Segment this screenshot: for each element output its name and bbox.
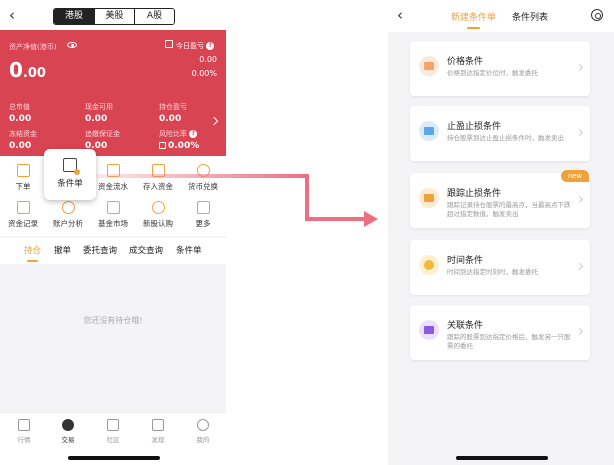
- risk-ratio-label: 风险比率 ?: [159, 129, 198, 139]
- community-icon: [107, 419, 119, 431]
- arrow-line: [305, 174, 309, 221]
- stat-value: 0.00: [9, 114, 32, 124]
- grid-item-ipo[interactable]: 新股认购: [135, 201, 181, 229]
- fund-market-icon: [106, 201, 120, 214]
- nav-discover[interactable]: 发现: [143, 419, 173, 444]
- stop-profit-loss-icon: [419, 121, 439, 141]
- position-tabs: 持仓 撤单 委托查询 成交查询 条件单: [0, 238, 226, 264]
- chevron-right-icon: [575, 262, 584, 271]
- discover-icon: [152, 419, 164, 431]
- chevron-right-icon: [575, 128, 584, 137]
- today-pl-pct: 0.00%: [191, 69, 217, 78]
- tab-condition-list[interactable]: 条件列表: [512, 10, 548, 23]
- condition-linked[interactable]: 关联条件 跟踪的股票到达指定价格后，触发另一只股票的委托: [410, 305, 590, 360]
- arrow-line: [96, 174, 307, 178]
- stat-value: 0.00: [85, 114, 108, 124]
- grid-item-fund-market[interactable]: 基金市场: [90, 201, 136, 229]
- risk-icon: [159, 142, 166, 149]
- empty-state: 您还没有持仓哦!: [0, 264, 226, 412]
- grid-item-fund-flow[interactable]: 资金流水: [90, 164, 136, 192]
- grid-item-order[interactable]: 下单: [0, 164, 46, 192]
- back-icon[interactable]: ‹: [397, 6, 403, 24]
- chevron-right-icon: [575, 327, 584, 336]
- net-asset-label: 资产净值(港币): [9, 43, 57, 51]
- help-icon[interactable]: ?: [189, 130, 198, 138]
- clock-icon: [419, 255, 439, 275]
- conditional-order-icon: [63, 158, 80, 175]
- stat-value: 0.00: [9, 141, 32, 151]
- back-icon[interactable]: ‹: [9, 6, 15, 24]
- chevron-right-icon: [575, 63, 584, 72]
- new-badge: new: [561, 170, 589, 182]
- stat-label: 追缴保证金: [85, 130, 120, 138]
- tab-order-query[interactable]: 委托查询: [83, 240, 117, 262]
- risk-ratio-value: 0.00%: [159, 141, 199, 151]
- function-grid: 下单 资金流水 存入资金 货币兑换 资金记录 账户分析 基金市场 新股认购 更多: [0, 156, 226, 236]
- nav-me[interactable]: 我的: [188, 419, 218, 444]
- ipo-icon: [151, 201, 165, 214]
- market-segment: 港股 美股 A股: [53, 8, 175, 25]
- condition-price[interactable]: 价格条件 价格到达指定价位时，触发委托: [410, 41, 590, 96]
- link-icon: [419, 320, 439, 340]
- chevron-right-icon: [575, 195, 584, 204]
- tab-trade-query[interactable]: 成交查询: [129, 240, 163, 262]
- account-card: 资产净值(港币) 0.00 今日盈亏 ? 0.00 0.00% 总市值 0.00…: [0, 30, 226, 156]
- condition-stop-profit-loss[interactable]: 止盈止损条件 持仓股票到达止盈止损条件时，触发卖出: [410, 106, 590, 161]
- tab-conditional[interactable]: 条件单: [176, 240, 202, 262]
- top-bar: ‹ 新建条件单 条件列表: [388, 0, 614, 32]
- home-indicator: [68, 456, 160, 460]
- fund-record-icon: [16, 201, 30, 214]
- empty-text: 您还没有持仓哦!: [83, 316, 143, 325]
- conditional-order-button[interactable]: 条件单: [44, 149, 96, 200]
- home-indicator: [456, 456, 548, 460]
- grid-item-analysis[interactable]: 账户分析: [45, 201, 91, 229]
- tab-hk[interactable]: 港股: [54, 9, 94, 24]
- condition-time[interactable]: 时间条件 时间到达指定时刻时，触发委托: [410, 240, 590, 295]
- stat-label: 冻结资金: [9, 130, 37, 138]
- tab-us[interactable]: 美股: [94, 9, 134, 24]
- chevron-right-icon[interactable]: [209, 116, 219, 126]
- condition-trailing-stop[interactable]: 跟踪止损条件 跟踪记录持仓股票的最高点，当最高点下跌超过指定数值，触发卖出 ne…: [410, 170, 590, 228]
- edit-icon: [165, 40, 173, 48]
- tab-a[interactable]: A股: [134, 9, 174, 24]
- today-pl-label[interactable]: 今日盈亏 ?: [176, 41, 215, 51]
- grid-item-more[interactable]: 更多: [180, 201, 226, 229]
- nav-trade[interactable]: 交易: [53, 419, 83, 444]
- stat-label: 持仓盈亏: [159, 103, 187, 111]
- trade-icon: [62, 419, 74, 431]
- chart-icon: [18, 419, 30, 431]
- conditional-order-screen: ‹ 新建条件单 条件列表 价格条件 价格到达指定价位时，触发委托 止盈止损条件 …: [388, 0, 614, 465]
- grid-item-deposit[interactable]: 存入资金: [135, 164, 181, 192]
- trade-screen: ‹ 港股 美股 A股 资产净值(港币) 0.00 今日盈亏 ? 0.00 0.0…: [0, 0, 226, 465]
- stat-label: 总市值: [9, 103, 30, 111]
- eye-icon[interactable]: [67, 42, 77, 48]
- screenshot-stage: ‹ 港股 美股 A股 资产净值(港币) 0.00 今日盈亏 ? 0.00 0.0…: [0, 0, 614, 465]
- more-icon: [196, 201, 210, 214]
- tab-positions[interactable]: 持仓: [24, 240, 41, 262]
- today-pl-value: 0.00: [199, 55, 217, 64]
- tab-cancel[interactable]: 撤单: [54, 240, 71, 262]
- arrow-head-icon: [364, 211, 378, 227]
- help-icon[interactable]: ?: [206, 42, 215, 50]
- arrow-line: [305, 217, 365, 221]
- stat-label: 现金可用: [85, 103, 113, 111]
- order-icon: [16, 164, 30, 177]
- grid-item-exchange[interactable]: 货币兑换: [180, 164, 226, 192]
- grid-item-fund-record[interactable]: 资金记录: [0, 201, 46, 229]
- top-bar: ‹ 港股 美股 A股: [0, 0, 226, 30]
- analysis-icon: [61, 201, 75, 214]
- stat-value: 0.00: [159, 114, 182, 124]
- net-asset-value: 0.00: [9, 58, 46, 82]
- settings-icon[interactable]: [591, 9, 603, 21]
- price-icon: [419, 56, 439, 76]
- nav-community[interactable]: 社区: [98, 419, 128, 444]
- trailing-stop-icon: [419, 188, 439, 208]
- profile-icon: [197, 419, 209, 431]
- tab-new-condition[interactable]: 新建条件单: [451, 10, 496, 29]
- nav-market[interactable]: 行情: [9, 419, 39, 444]
